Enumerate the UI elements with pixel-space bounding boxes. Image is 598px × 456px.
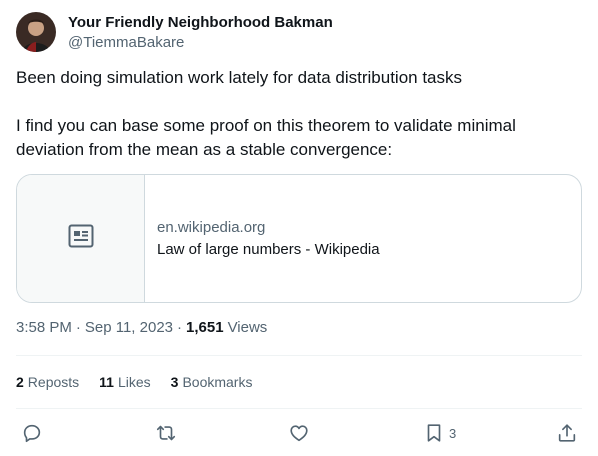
bookmarks-count: 3 xyxy=(170,374,179,390)
engagement-stats: 2 Reposts 11 Likes 3 Bookmarks xyxy=(16,372,272,392)
bookmarks-stat[interactable]: 3 Bookmarks xyxy=(171,372,253,392)
share-button[interactable] xyxy=(556,420,578,446)
heart-icon xyxy=(288,422,310,444)
views-label: Views xyxy=(227,319,268,336)
share-icon xyxy=(556,422,578,444)
repost-icon xyxy=(155,422,177,444)
post-time[interactable]: 3:58 PM xyxy=(16,318,72,338)
action-bar: 3 xyxy=(0,420,598,446)
author-handle[interactable]: @TiemmaBakare xyxy=(68,33,333,53)
bookmarks-label: Bookmarks xyxy=(182,374,253,390)
post-paragraph-1: Been doing simulation work lately for da… xyxy=(16,68,463,87)
post-meta: 3:58 PM · Sep 11, 2023 · 1,651 Views xyxy=(16,318,267,338)
link-card[interactable]: en.wikipedia.org Law of large numbers - … xyxy=(16,174,582,303)
bookmark-button[interactable]: 3 xyxy=(423,420,456,446)
like-button[interactable] xyxy=(288,420,310,446)
reposts-stat[interactable]: 2 Reposts xyxy=(16,372,79,392)
author-display-name[interactable]: Your Friendly Neighborhood Bakman xyxy=(68,13,333,33)
post-text: Been doing simulation work lately for da… xyxy=(16,66,582,162)
link-card-thumbnail xyxy=(17,175,145,302)
meta-separator: · xyxy=(75,319,81,336)
link-card-title: Law of large numbers - Wikipedia xyxy=(157,240,380,258)
views-count: 1,651 xyxy=(186,319,224,336)
reposts-label: Reposts xyxy=(27,374,80,390)
meta-separator: · xyxy=(177,319,183,336)
reply-button[interactable] xyxy=(21,420,43,446)
likes-label: Likes xyxy=(117,374,151,390)
article-icon xyxy=(68,224,94,253)
avatar[interactable] xyxy=(16,12,56,52)
link-card-domain: en.wikipedia.org xyxy=(157,218,266,236)
post-paragraph-2: I find you can base some proof on this t… xyxy=(16,116,516,159)
bookmark-icon xyxy=(423,422,445,444)
reposts-count: 2 xyxy=(16,374,24,390)
repost-button[interactable] xyxy=(155,420,177,446)
post-date[interactable]: Sep 11, 2023 xyxy=(85,318,173,338)
bookmark-count: 3 xyxy=(449,425,457,441)
post-header: Your Friendly Neighborhood Bakman @Tiemm… xyxy=(16,12,333,53)
divider xyxy=(16,408,582,409)
divider xyxy=(16,355,582,356)
reply-icon xyxy=(21,422,43,444)
likes-count: 11 xyxy=(99,374,114,390)
likes-stat[interactable]: 11 Likes xyxy=(99,372,151,392)
